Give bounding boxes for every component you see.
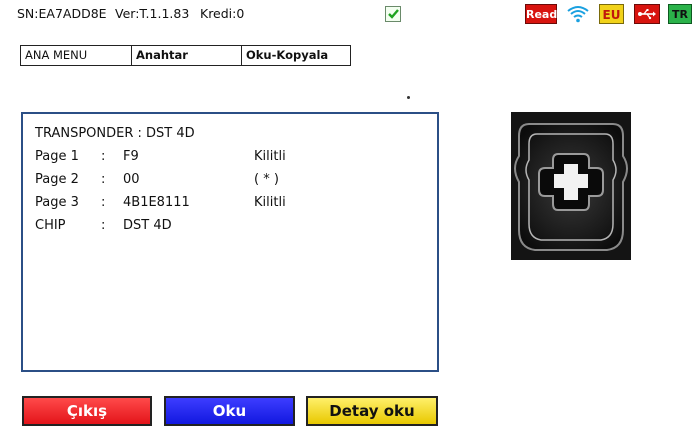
page1-status: Kilitli <box>254 149 286 164</box>
read-button[interactable]: Oku <box>164 396 295 426</box>
stray-dot <box>407 96 410 99</box>
page1-label: Page 1 <box>35 149 79 164</box>
page2-label: Page 2 <box>35 172 79 187</box>
page3-value: 4B1E8111 <box>123 195 190 210</box>
breadcrumb-ana-menu[interactable]: ANA MENU <box>21 46 132 65</box>
chip-separator: : <box>101 218 106 233</box>
transponder-title: TRANSPONDER : DST 4D <box>35 126 195 141</box>
version: Ver:T.1.1.83 <box>115 6 190 21</box>
page1-separator: : <box>101 149 106 164</box>
breadcrumb-anahtar[interactable]: Anahtar <box>132 46 242 65</box>
usb-icon <box>634 4 660 24</box>
page3-label: Page 3 <box>35 195 79 210</box>
chip-value: DST 4D <box>123 218 172 233</box>
page3-separator: : <box>101 195 106 210</box>
page2-status: ( * ) <box>254 172 279 187</box>
page1-value: F9 <box>123 149 139 164</box>
exit-button[interactable]: Çıkış <box>22 396 152 426</box>
credit: Kredi:0 <box>200 6 245 21</box>
read-icon: Read <box>525 4 557 24</box>
page2-separator: : <box>101 172 106 187</box>
tr-language-icon: TR <box>668 4 692 24</box>
transponder-info-panel: TRANSPONDER : DST 4D Page 1 : F9 Kilitli… <box>21 112 439 372</box>
breadcrumb: ANA MENU Anahtar Oku-Kopyala <box>20 45 351 66</box>
detail-read-button[interactable]: Detay oku <box>306 396 438 426</box>
breadcrumb-oku-kopyala[interactable]: Oku-Kopyala <box>242 46 350 65</box>
eu-region-icon: EU <box>599 4 624 24</box>
page2-value: 00 <box>123 172 140 187</box>
chip-label: CHIP <box>35 218 66 233</box>
wifi-icon <box>566 4 590 24</box>
key-head-image <box>511 112 631 260</box>
checkbox-checked-icon <box>385 6 401 22</box>
page3-status: Kilitli <box>254 195 286 210</box>
serial-number: SN:EA7ADD8E <box>17 6 107 21</box>
status-bar: SN:EA7ADD8E Ver:T.1.1.83 Kredi:0 Read EU… <box>0 0 700 28</box>
